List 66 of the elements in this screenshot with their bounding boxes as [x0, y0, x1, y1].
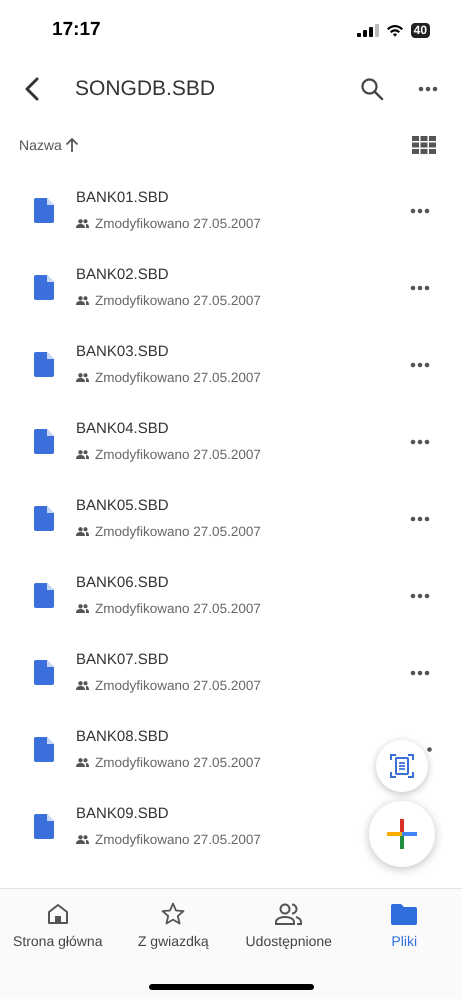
nav-tab[interactable]: Pliki [346, 901, 462, 952]
modified-date: Zmodyfikowano 27.05.2007 [95, 214, 261, 233]
scan-button[interactable] [376, 740, 428, 792]
more-button[interactable] [410, 360, 432, 370]
nav-tab[interactable]: Udostępnione [231, 901, 346, 952]
document-icon [34, 583, 54, 608]
more-button[interactable] [410, 590, 432, 600]
sort-button[interactable]: Nazwa [19, 134, 79, 156]
more-button[interactable] [410, 206, 432, 216]
modified-date: Zmodyfikowano 27.05.2007 [95, 676, 261, 695]
people-icon [274, 903, 303, 925]
document-icon [34, 198, 54, 223]
file-name[interactable]: BANK06.SBD [76, 572, 169, 595]
document-icon [34, 737, 54, 762]
file-name[interactable]: BANK07.SBD [76, 649, 169, 672]
people-icon [76, 604, 89, 614]
home-icon [46, 903, 69, 925]
battery-indicator: 40 [410, 22, 430, 38]
more-button[interactable] [410, 514, 432, 524]
people-icon [76, 835, 89, 844]
modified-date: Zmodyfikowano 27.05.2007 [95, 292, 261, 310]
people-icon [76, 681, 89, 690]
modified-date: Zmodyfikowano 27.05.2007 [95, 830, 261, 849]
folder-icon [391, 904, 418, 925]
modified-date: Zmodyfikowano 27.05.2007 [95, 600, 261, 618]
more-button[interactable] [410, 668, 432, 678]
more-button[interactable] [418, 84, 440, 94]
file-name[interactable]: BANK05.SBD [76, 495, 169, 518]
document-icon [34, 275, 54, 300]
document-icon [34, 814, 54, 839]
people-icon [76, 758, 89, 768]
file-name[interactable]: BANK08.SBD [76, 726, 169, 749]
star-icon [161, 902, 186, 925]
search-button[interactable] [360, 76, 386, 102]
more-button[interactable] [410, 436, 432, 446]
people-icon [76, 296, 89, 306]
plus-icon [387, 819, 417, 849]
file-name[interactable]: BANK04.SBD [76, 418, 169, 441]
modified-date: Zmodyfikowano 27.05.2007 [95, 446, 261, 464]
signal-icon [356, 24, 379, 36]
people-icon [76, 373, 89, 382]
more-button[interactable] [427, 747, 432, 752]
people-icon [76, 527, 89, 536]
file-name[interactable]: BANK01.SBD [76, 187, 169, 210]
nav-tab[interactable]: Strona główna [0, 901, 116, 952]
file-name[interactable]: BANK09.SBD [76, 803, 169, 826]
document-icon [34, 352, 54, 377]
wifi-icon [386, 24, 404, 36]
sort-ascending-icon [64, 137, 79, 153]
modified-date: Zmodyfikowano 27.05.2007 [95, 754, 261, 772]
grid-view-button[interactable] [412, 136, 436, 154]
document-icon [34, 429, 54, 454]
file-name[interactable]: BANK02.SBD [76, 264, 169, 287]
document-icon [34, 506, 54, 531]
modified-date: Zmodyfikowano 27.05.2007 [95, 368, 261, 387]
status-time: 17:17 [52, 18, 101, 42]
people-icon [76, 219, 89, 228]
scan-icon [390, 754, 414, 778]
people-icon [76, 450, 89, 460]
folder-title: SONGDB.SBD [75, 76, 216, 102]
nav-tab[interactable]: Z gwiazdką [116, 901, 231, 952]
file-name[interactable]: BANK03.SBD [76, 341, 169, 364]
modified-date: Zmodyfikowano 27.05.2007 [95, 522, 261, 541]
more-button[interactable] [410, 282, 432, 292]
new-button[interactable] [369, 801, 435, 867]
document-icon [34, 660, 54, 685]
